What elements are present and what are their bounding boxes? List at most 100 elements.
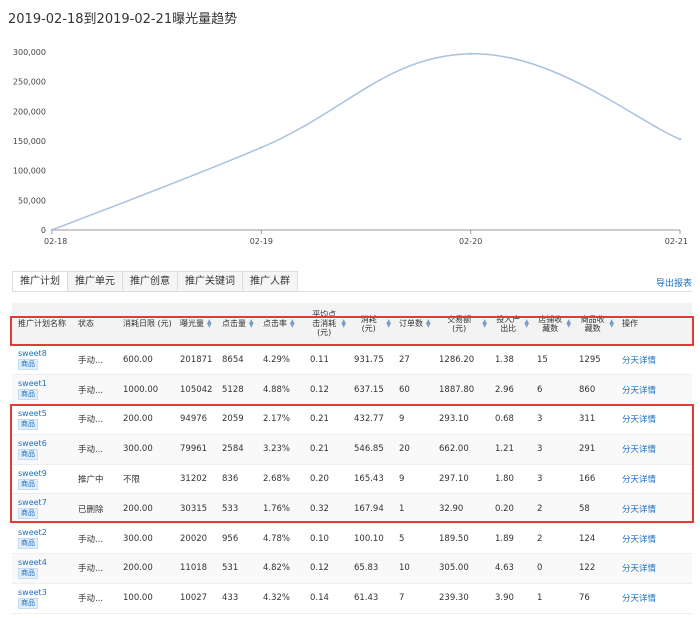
cell-cost: 432.77 (348, 404, 393, 435)
sort-icon[interactable]: ▲ ▼ (341, 318, 346, 328)
cell-shop-fav: 0 (531, 553, 573, 584)
series-line (51, 53, 681, 231)
daily-detail-link[interactable]: 分天详情 (622, 386, 656, 396)
product-tag-badge: 商品 (18, 567, 38, 579)
sort-icon[interactable]: ▲ ▼ (207, 318, 212, 328)
col-header-label: 点击率 (263, 319, 287, 329)
plan-name-link[interactable]: sweet5 (18, 409, 70, 419)
daily-detail-link[interactable]: 分天详情 (622, 564, 656, 574)
daily-detail-link[interactable]: 分天详情 (622, 356, 656, 366)
sort-icon[interactable]: ▲ ▼ (249, 318, 254, 328)
product-tag-badge: 商品 (18, 508, 38, 520)
sort-icon[interactable]: ▲ ▼ (426, 318, 431, 328)
daily-detail-link[interactable]: 分天详情 (622, 535, 656, 545)
cell-action: 分天详情 (616, 374, 692, 406)
col-header-roi[interactable]: 投入产出比 ▲ ▼ (489, 303, 531, 346)
cell-item-fav: 122 (573, 553, 616, 584)
data-point (678, 138, 682, 141)
col-header-action: 操作 (616, 303, 692, 346)
cell-orders: 9 (393, 404, 433, 435)
cell-status: 手动... (72, 523, 117, 555)
col-header-ctr[interactable]: 点击率 ▲ ▼ (257, 303, 304, 346)
cell-orders: 9 (393, 464, 433, 495)
plan-name-link[interactable]: sweet6 (18, 439, 70, 449)
cell-item-fav: 124 (573, 523, 616, 555)
col-header-avg-cpc[interactable]: 平均点击消耗 (元) ▲ ▼ (304, 303, 348, 346)
sort-icon[interactable]: ▲ ▼ (290, 318, 295, 328)
cell-cost: 61.43 (348, 583, 393, 614)
cell-shop-fav: 2 (531, 523, 573, 555)
cell-status: 手动... (72, 404, 117, 435)
table-row: sweet5 商品 手动... 200.00 94976 2059 2.17% 0.21 432… (12, 404, 692, 435)
daily-detail-link[interactable]: 分天详情 (622, 594, 656, 604)
cell-cpc: 0.10 (304, 523, 348, 555)
cell-status: 手动... (72, 345, 117, 376)
tab-creative[interactable]: 推广创意 (122, 271, 178, 292)
cell-gmv: 189.50 (433, 523, 489, 555)
col-header-orders[interactable]: 订单数 ▲ ▼ (393, 303, 433, 346)
col-header-cost[interactable]: 消耗 (元) ▲ ▼ (348, 303, 393, 346)
tab-unit[interactable]: 推广单元 (67, 271, 123, 292)
cell-gmv: 1887.80 (433, 374, 489, 406)
col-header-gmv[interactable]: 交易额 (元) ▲ ▼ (433, 303, 489, 346)
col-header-impressions[interactable]: 曝光量 ▲ ▼ (174, 303, 216, 346)
cell-cpc: 0.32 (304, 493, 348, 525)
tab-bar: 推广计划 推广单元 推广创意 推广关键词 推广人群 (12, 271, 298, 292)
x-tick-label: 02-21 (665, 237, 688, 246)
daily-detail-link[interactable]: 分天详情 (622, 445, 656, 455)
table-header: 推广计划名称 状态 消耗日限 (元) 曝光量 ▲ ▼ 点击量 ▲ ▼ 点击率 ▲ ▼ 平均点击消耗 (元… (12, 303, 692, 346)
table-row: sweet8 商品 手动... 600.00 201871 8654 4.29% 0.11 93… (12, 345, 692, 376)
tab-plan[interactable]: 推广计划 (12, 271, 68, 292)
col-header-label: 交易额 (元) (447, 314, 472, 333)
table-row: sweet6 商品 手动... 300.00 79961 2584 3.23% 0.21 546… (12, 434, 692, 465)
sort-icon[interactable]: ▲ ▼ (482, 318, 487, 328)
cell-gmv: 1286.20 (433, 345, 489, 376)
y-tick-label: 200,000 (13, 107, 46, 116)
daily-detail-link[interactable]: 分天详情 (622, 415, 656, 425)
plan-name-link[interactable]: sweet3 (18, 588, 70, 598)
tab-audience[interactable]: 推广人群 (242, 271, 298, 292)
sort-icon[interactable]: ▲ ▼ (386, 318, 391, 328)
col-header-label: 订单数 (399, 319, 423, 329)
cell-item-fav: 58 (573, 493, 616, 525)
cell-orders: 7 (393, 583, 433, 614)
cell-cpc: 0.14 (304, 583, 348, 614)
product-tag-badge: 商品 (18, 448, 38, 460)
plan-name-link[interactable]: sweet1 (18, 379, 70, 389)
cell-item-fav: 76 (573, 583, 616, 614)
cell-cost: 931.75 (348, 345, 393, 376)
plan-name-link[interactable]: sweet9 (18, 469, 70, 479)
sort-icon[interactable]: ▲ ▼ (566, 318, 571, 328)
export-report-link[interactable]: 导出报表 (656, 276, 692, 289)
cell-cpc: 0.21 (304, 404, 348, 435)
cell-roi: 4.63 (489, 553, 531, 584)
col-header-label: 消耗 (元) (360, 314, 377, 333)
cell-item-fav: 311 (573, 404, 616, 435)
col-header-shop-fav[interactable]: 店铺收藏数 ▲ ▼ (531, 303, 573, 346)
plan-name-link[interactable]: sweet8 (18, 349, 70, 359)
product-tag-badge: 商品 (18, 538, 38, 550)
y-tick-label: 150,000 (13, 137, 46, 146)
cell-ctr: 4.82% (257, 553, 304, 584)
y-tick-label: 250,000 (13, 78, 46, 87)
cell-cpc: 0.11 (304, 345, 348, 376)
plan-name-link[interactable]: sweet7 (18, 498, 70, 508)
cell-clicks: 2059 (216, 404, 257, 435)
sort-icon[interactable]: ▲ ▼ (524, 318, 529, 328)
cell-impressions: 31202 (174, 464, 216, 495)
daily-detail-link[interactable]: 分天详情 (622, 475, 656, 485)
plan-name-link[interactable]: sweet4 (18, 558, 70, 568)
table-body: sweet8 商品 手动... 600.00 201871 8654 4.29% 0.11 93… (12, 345, 692, 614)
col-header-item-fav[interactable]: 商品收藏数 ▲ ▼ (573, 303, 616, 346)
y-tick-label: 300,000 (13, 48, 46, 57)
col-header-clicks[interactable]: 点击量 ▲ ▼ (216, 303, 257, 346)
tab-keyword[interactable]: 推广关键词 (177, 271, 243, 292)
cell-cpc: 0.20 (304, 464, 348, 495)
col-header-label: 推广计划名称 (18, 319, 66, 329)
cell-item-fav: 1295 (573, 345, 616, 376)
cell-status: 手动... (72, 434, 117, 465)
plan-name-link[interactable]: sweet2 (18, 528, 70, 538)
sort-icon[interactable]: ▲ ▼ (609, 318, 614, 328)
daily-detail-link[interactable]: 分天详情 (622, 505, 656, 515)
cell-impressions: 105042 (174, 374, 216, 406)
